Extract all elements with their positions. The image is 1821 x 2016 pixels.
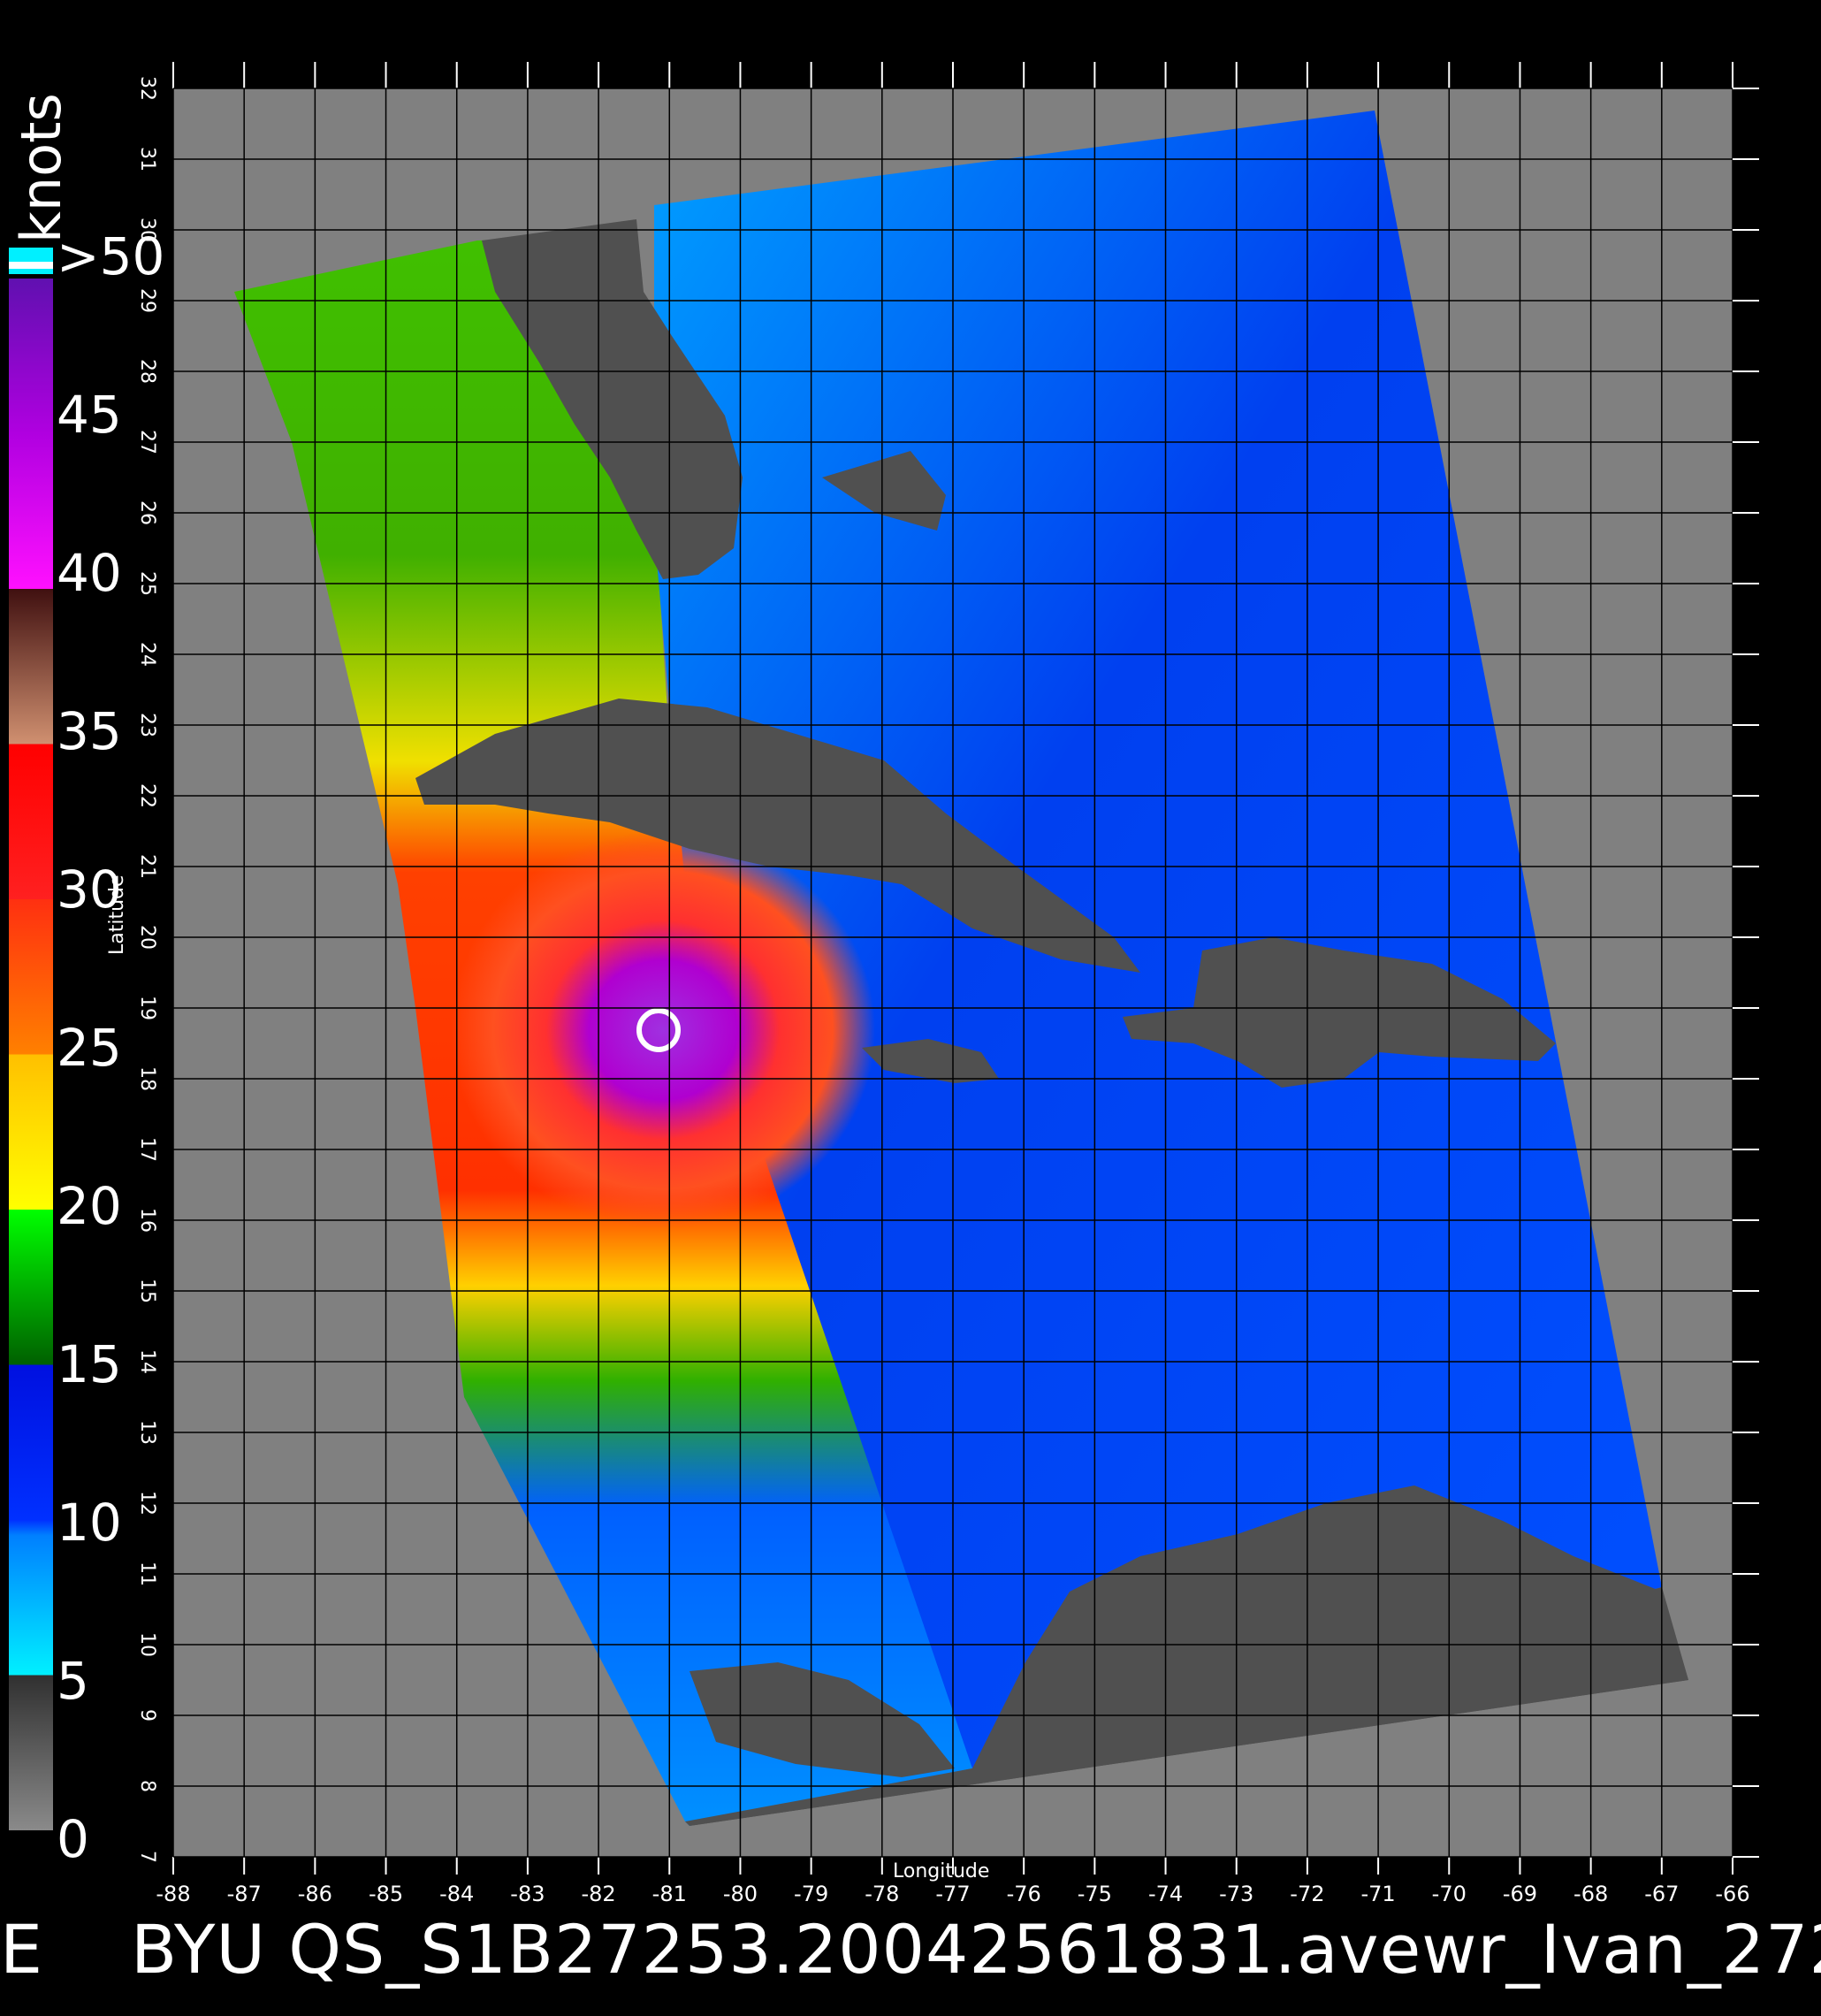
x-tick-label: -78 (865, 1882, 899, 1906)
y-tick-label: 12 (136, 1491, 158, 1516)
y-tick-label: 31 (136, 147, 158, 172)
x-tick-label: -75 (1078, 1882, 1112, 1906)
colorbar-label: 45 (57, 385, 122, 445)
y-tick-label: 7 (136, 1851, 158, 1863)
x-tick-label: -81 (652, 1882, 687, 1906)
y-tick-label: 13 (136, 1420, 158, 1445)
x-tick-label: -69 (1503, 1882, 1537, 1906)
x-tick-label: -83 (510, 1882, 545, 1906)
y-tick-label: 24 (136, 642, 158, 667)
y-tick-label: 11 (136, 1562, 158, 1586)
y-tick-label: 32 (136, 76, 158, 101)
colorbar (9, 279, 53, 1830)
y-tick-label: 10 (136, 1632, 158, 1657)
colorbar-label: 40 (57, 543, 122, 603)
x-tick-label: -82 (581, 1882, 615, 1906)
x-tick-labels: -88 -87 -86 -85 -84 -83 -82 -81 -80 -79 -78 -77 -76 -… (156, 1882, 1749, 1906)
y-tick-label: 8 (136, 1780, 158, 1792)
y-tick-label: 16 (136, 1208, 158, 1233)
x-axis-label: Longitude (893, 1860, 990, 1882)
colorbar-label: 0 (57, 1809, 89, 1869)
y-tick-label: 21 (136, 854, 158, 879)
y-tick-label: 29 (136, 288, 158, 313)
x-tick-label: -68 (1573, 1882, 1608, 1906)
y-tick-label: 14 (136, 1349, 158, 1374)
y-tick-label: 17 (136, 1137, 158, 1162)
x-tick-label: -79 (794, 1882, 828, 1906)
footer-left-glyph: E (0, 1910, 43, 1989)
y-tick-label: 23 (136, 713, 158, 737)
colorbar-units: knots (9, 66, 73, 243)
y-tick-label: 15 (136, 1279, 158, 1303)
y-tick-labels: 7 8 9 10 11 12 13 14 15 16 17 18 19 20 21 22 23 24 25 26 27 2… (136, 76, 158, 1863)
y-tick-label: 9 (136, 1709, 158, 1722)
x-tick-label: -67 (1644, 1882, 1679, 1906)
x-tick-label: -76 (1007, 1882, 1041, 1906)
y-tick-label: 25 (136, 571, 158, 596)
x-tick-label: -86 (298, 1882, 332, 1906)
y-tick-label: 20 (136, 925, 158, 950)
x-tick-label: -85 (369, 1882, 403, 1906)
colorbar-top-swatch (9, 248, 53, 274)
y-axis-label: Latitude (106, 874, 128, 955)
colorbar-label: 5 (57, 1651, 89, 1711)
y-tick-label: 22 (136, 783, 158, 808)
colorbar-label: 20 (57, 1176, 122, 1236)
colorbar-label: 15 (57, 1334, 122, 1394)
y-tick-label: 27 (136, 430, 158, 454)
x-tick-label: -87 (227, 1882, 262, 1906)
x-tick-label: -80 (723, 1882, 758, 1906)
colorbar-label: 10 (57, 1493, 122, 1553)
x-tick-label: -88 (156, 1882, 190, 1906)
x-tick-label: -71 (1360, 1882, 1395, 1906)
wind-map: -88 -87 -86 -85 -84 -83 -82 -81 -80 -79 -78 -77 -76 -… (9, 62, 1759, 1906)
y-tick-label: 19 (136, 996, 158, 1020)
x-tick-label: -77 (935, 1882, 970, 1906)
x-tick-label: -66 (1715, 1882, 1749, 1906)
x-tick-label: -70 (1432, 1882, 1467, 1906)
x-tick-label: -74 (1148, 1882, 1183, 1906)
footer-title: BYU QS_S1B27253.20042561831.avewr_Ivan_2… (131, 1910, 1821, 1989)
y-tick-label: 26 (136, 500, 158, 525)
x-tick-label: -84 (439, 1882, 474, 1906)
x-tick-label: -72 (1290, 1882, 1324, 1906)
colorbar-label: 25 (57, 1018, 122, 1078)
y-tick-label: 28 (136, 359, 158, 384)
x-tick-label: -73 (1219, 1882, 1253, 1906)
colorbar-top-swatch-2 (9, 262, 53, 269)
y-tick-label: 18 (136, 1066, 158, 1091)
colorbar-label: 35 (57, 701, 122, 761)
units-text: knots (9, 93, 73, 243)
